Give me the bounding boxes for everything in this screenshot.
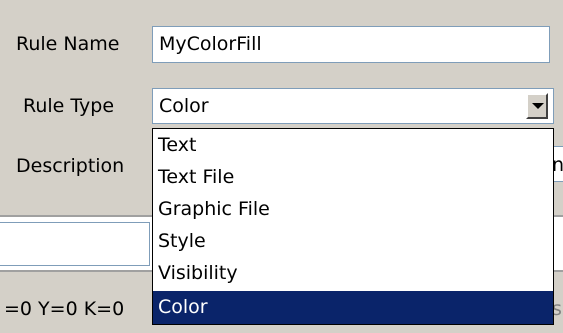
rule-type-dropdown-button[interactable] (526, 93, 548, 119)
rule-type-selected-value: Color (159, 95, 209, 117)
lower-input-field[interactable] (0, 222, 150, 266)
rule-name-field[interactable]: MyColorFill (152, 26, 550, 63)
rule-type-dropdown-list: Text Text File Graphic File Style Visibi… (152, 128, 554, 325)
dropdown-option-text[interactable]: Text (153, 129, 553, 161)
rule-type-label: Rule Type (23, 95, 115, 117)
color-values-text: =0 Y=0 K=0 (4, 298, 125, 320)
description-label: Description (16, 155, 125, 177)
rule-type-select[interactable]: Color (152, 88, 554, 124)
dropdown-option-style[interactable]: Style (153, 225, 553, 257)
rule-name-label: Rule Name (16, 33, 120, 55)
dropdown-option-text-file[interactable]: Text File (153, 161, 553, 193)
dropdown-option-visibility[interactable]: Visibility (153, 257, 553, 289)
dropdown-option-graphic-file[interactable]: Graphic File (153, 193, 553, 225)
dropdown-option-color[interactable]: Color (153, 291, 553, 324)
chevron-down-icon (532, 103, 544, 109)
